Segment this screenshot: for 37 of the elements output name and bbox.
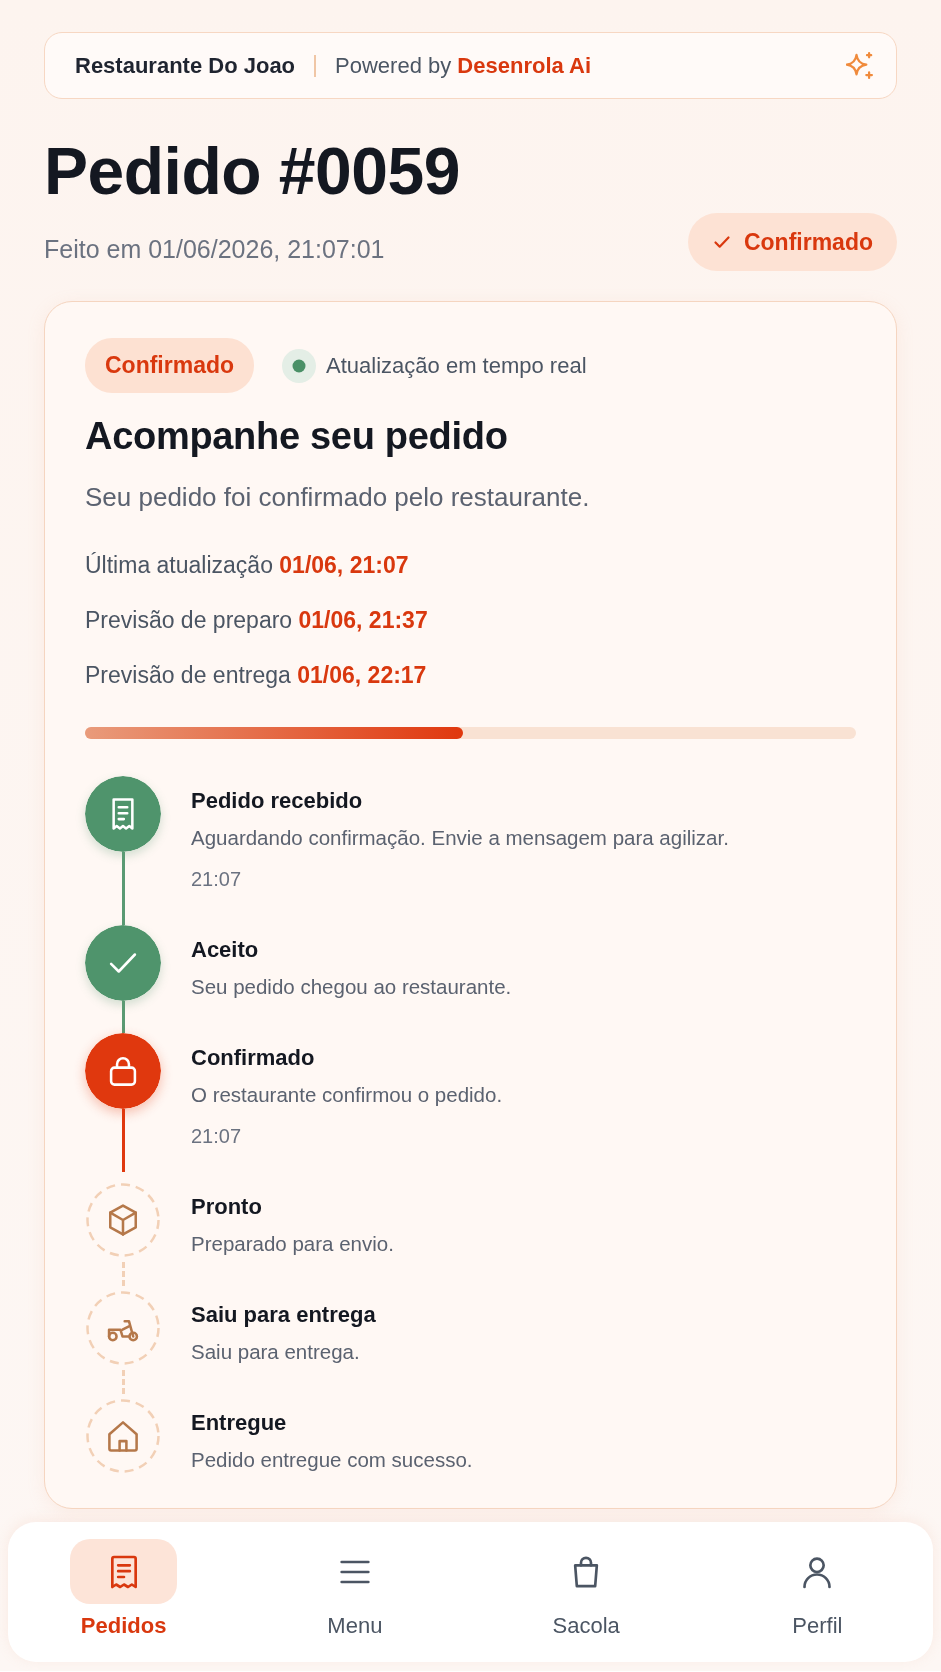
connector-line xyxy=(121,1370,125,1394)
step-title: Saiu para entrega xyxy=(191,1302,376,1328)
nav-tab[interactable]: Pedidos xyxy=(70,1539,178,1640)
connector-line xyxy=(121,1001,125,1033)
step-description: Pedido entregue com sucesso. xyxy=(191,1447,473,1473)
nav-tab[interactable]: Perfil xyxy=(763,1539,871,1640)
step-description: Aguardando confirmação. Envie a mensagem para agilizar. xyxy=(191,825,729,851)
info-line: Previsão de entrega 01/06, 22:17 xyxy=(85,661,428,690)
step-time: 21:07 xyxy=(191,1124,243,1149)
step-title: Entregue xyxy=(191,1410,288,1436)
sparkle-icon xyxy=(846,51,874,80)
nav-tab[interactable]: Sacola xyxy=(532,1539,640,1640)
step-title: Pedido recebido xyxy=(191,788,364,814)
nav-tab[interactable]: Menu xyxy=(301,1539,409,1640)
live-status-icon xyxy=(282,348,317,383)
connector-line xyxy=(121,1109,125,1172)
order-title: Pedido #0059 xyxy=(44,137,461,205)
step-title: Pronto xyxy=(191,1194,263,1220)
receipt-icon xyxy=(70,1539,178,1604)
powered-by-text: Powered by Desenrola Ai xyxy=(335,52,592,79)
order-date: Feito em 01/06/2026, 21:07:01 xyxy=(44,233,385,264)
status-text: Confirmado xyxy=(743,228,873,256)
step-description: O restaurante confirmou o pedido. xyxy=(191,1082,503,1108)
tracking-heading: Acompanhe seu pedido xyxy=(85,414,509,458)
restaurant-name: Restaurante Do Joao xyxy=(75,52,296,79)
step-description: Preparado para envio. xyxy=(191,1231,394,1257)
info-line: Previsão de preparo 01/06, 21:37 xyxy=(85,606,429,635)
info-line: Última atualização 01/06, 21:07 xyxy=(85,551,410,580)
status-badge: Confirmado xyxy=(85,338,255,393)
live-update-label: Atualização em tempo real xyxy=(326,352,587,379)
connector-line xyxy=(121,1262,125,1286)
step-description: Saiu para entrega. xyxy=(191,1339,361,1365)
tracking-subtitle: Seu pedido foi confirmado pelo restaurante. xyxy=(85,481,591,513)
step-description: Seu pedido chegou ao restaurante. xyxy=(191,974,512,1000)
step-title: Aceito xyxy=(191,937,260,963)
step-title: Confirmado xyxy=(191,1045,316,1071)
step-time: 21:07 xyxy=(191,867,243,892)
